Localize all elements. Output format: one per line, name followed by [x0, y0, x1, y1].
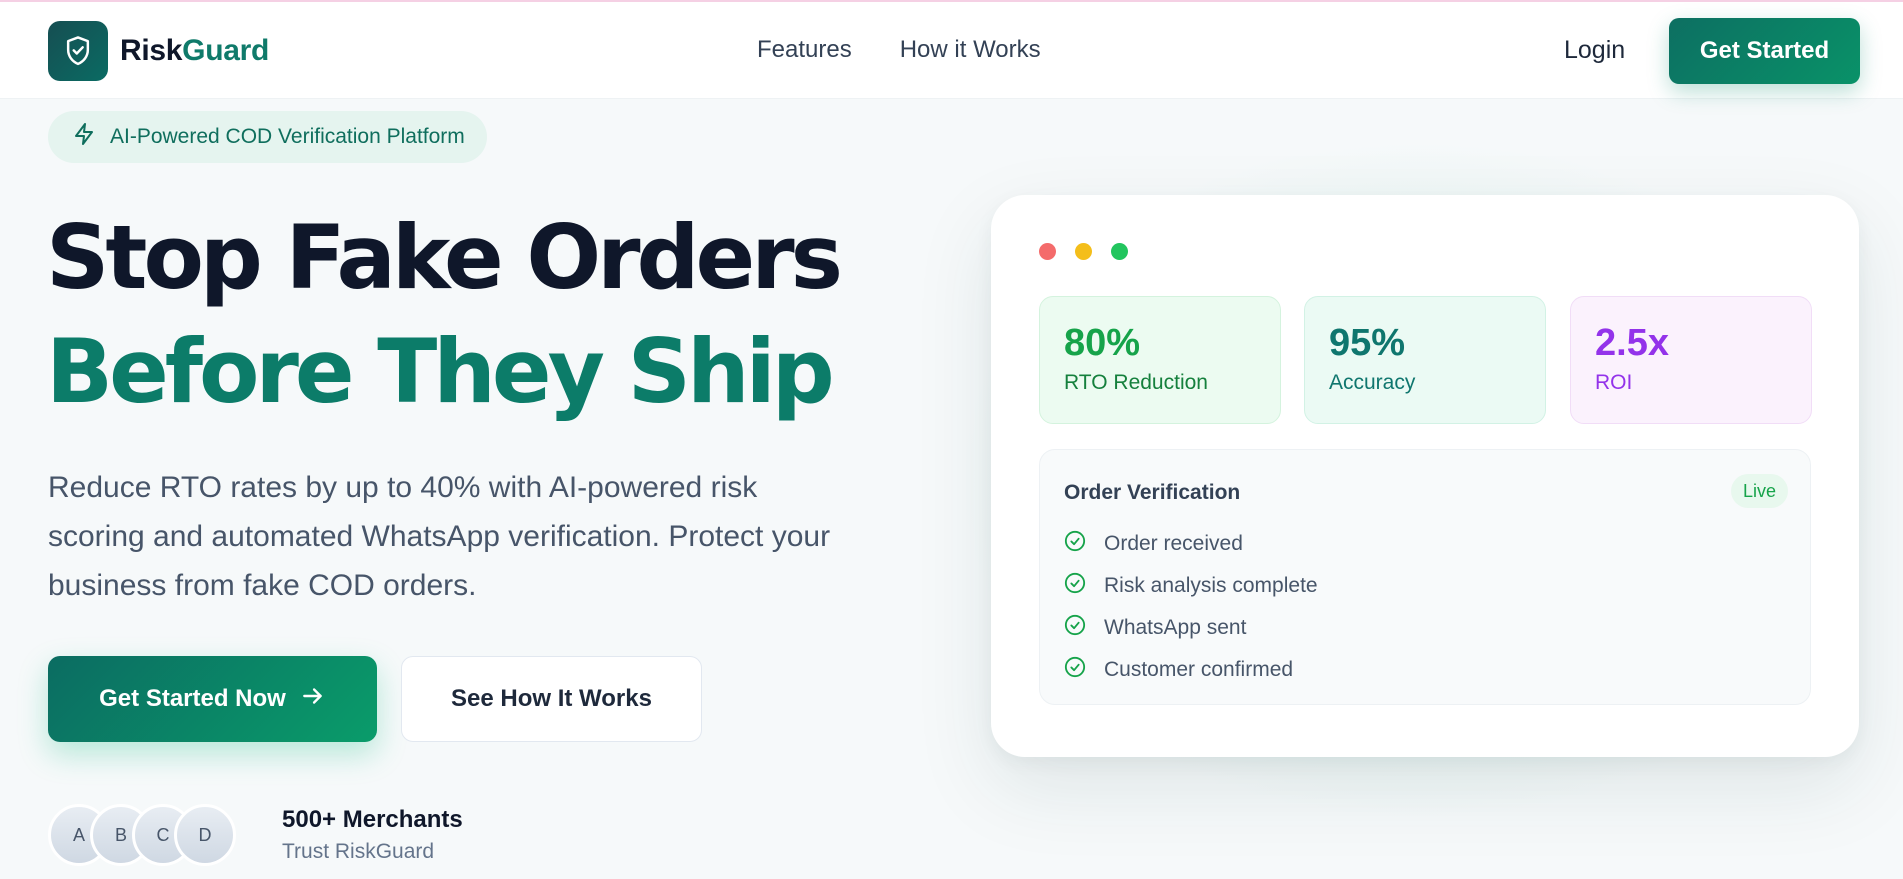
stat-card-accuracy: 95% Accuracy	[1304, 296, 1546, 424]
arrow-right-icon	[300, 683, 326, 716]
brand-name: RiskGuard	[120, 34, 269, 68]
stat-value: 2.5x	[1595, 322, 1669, 364]
window-dot-green	[1111, 243, 1128, 260]
window-dot-yellow	[1075, 243, 1092, 260]
shield-check-icon	[48, 21, 108, 81]
stat-value: 80%	[1064, 322, 1141, 364]
hero-badge: AI-Powered COD Verification Platform	[48, 111, 487, 163]
brand-name-part2: Guard	[182, 34, 270, 67]
dashboard-preview-card: 80% RTO Reduction 95% Accuracy 2.5x ROI …	[991, 195, 1859, 757]
brand-name-part1: Risk	[120, 34, 183, 67]
verification-step-label: Risk analysis complete	[1104, 573, 1318, 597]
get-started-button[interactable]: Get Started	[1669, 18, 1860, 84]
verification-step-label: Order received	[1104, 531, 1243, 555]
stat-card-roi: 2.5x ROI	[1570, 296, 1812, 424]
order-verification-title: Order Verification	[1064, 481, 1241, 504]
navbar: RiskGuard Features How it Works Login Ge…	[0, 2, 1903, 99]
order-verification-panel: Order Verification Live Order received R…	[1039, 449, 1811, 705]
avatar: D	[174, 804, 236, 866]
check-circle-icon	[1064, 530, 1086, 557]
stat-label: ROI	[1595, 371, 1633, 394]
hero-description-line2: scoring and automated WhatsApp verificat…	[48, 520, 831, 553]
check-circle-icon	[1064, 572, 1086, 599]
get-started-now-label: Get Started Now	[99, 685, 286, 712]
verification-step: WhatsApp sent	[1064, 614, 1246, 641]
hero-badge-label: AI-Powered COD Verification Platform	[110, 125, 465, 148]
stat-value: 95%	[1329, 322, 1406, 364]
check-circle-icon	[1064, 656, 1086, 683]
live-status-badge: Live	[1730, 474, 1788, 508]
verification-step: Customer confirmed	[1064, 656, 1293, 683]
window-dot-red	[1039, 243, 1056, 260]
verification-step-label: WhatsApp sent	[1104, 615, 1247, 639]
hero-description: Reduce RTO rates by up to 40% with AI-po…	[48, 463, 908, 610]
stat-label: Accuracy	[1329, 371, 1416, 394]
nav-link-features[interactable]: Features	[757, 36, 852, 64]
stat-label: RTO Reduction	[1064, 371, 1208, 394]
check-circle-icon	[1064, 614, 1086, 641]
hero-description-line3: business from fake COD orders.	[48, 569, 477, 602]
verification-step-label: Customer confirmed	[1104, 657, 1294, 681]
hero-title-line2: Before They Ship	[46, 320, 835, 423]
brand-logo[interactable]: RiskGuard	[48, 21, 269, 81]
nav-link-how-it-works[interactable]: How it Works	[900, 36, 1041, 64]
verification-step: Order received	[1064, 530, 1243, 557]
hero-description-line1: Reduce RTO rates by up to 40% with AI-po…	[48, 471, 758, 504]
merchant-avatars: A B C D	[48, 804, 238, 866]
merchants-subtitle: Trust RiskGuard	[282, 840, 435, 863]
login-link[interactable]: Login	[1564, 36, 1625, 65]
hero-title-line1: Stop Fake Orders	[46, 206, 843, 309]
verification-step: Risk analysis complete	[1064, 572, 1318, 599]
get-started-now-button[interactable]: Get Started Now	[48, 656, 377, 742]
nav-links: Features How it Works	[757, 36, 1041, 64]
see-how-it-works-button[interactable]: See How It Works	[401, 656, 702, 742]
stat-card-rto: 80% RTO Reduction	[1039, 296, 1281, 424]
merchants-count: 500+ Merchants	[282, 806, 463, 833]
lightning-icon	[72, 122, 96, 152]
